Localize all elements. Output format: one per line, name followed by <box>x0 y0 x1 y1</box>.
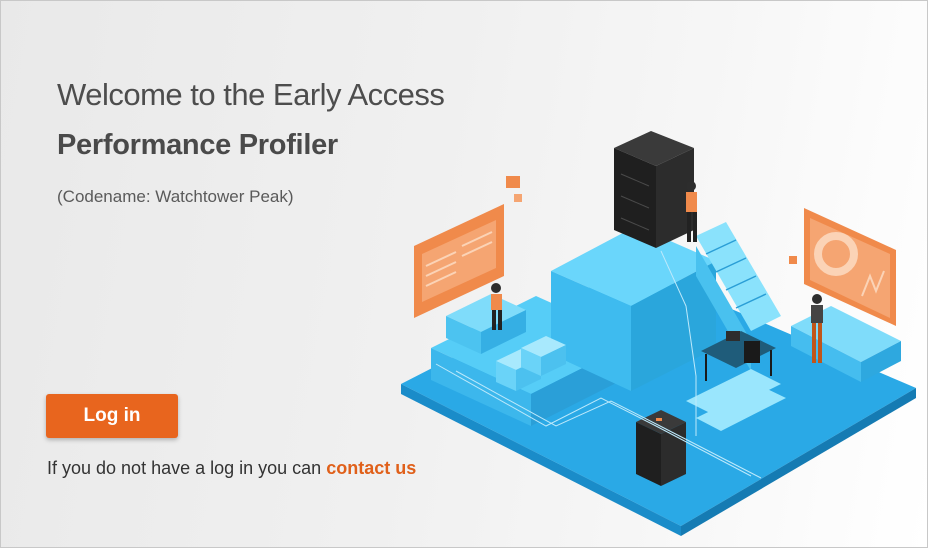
contact-prefix-text: If you do not have a log in you can <box>47 458 322 478</box>
product-title: Performance Profiler <box>57 129 338 161</box>
welcome-heading: Welcome to the Early Access <box>57 77 445 112</box>
welcome-page: Welcome to the Early Access Performance … <box>0 0 928 548</box>
contact-line: If you do not have a log in you can cont… <box>47 458 416 479</box>
login-button[interactable]: Log in <box>46 394 178 438</box>
datacenter-illustration <box>401 131 916 536</box>
codename-label: (Codename: Watchtower Peak) <box>57 187 294 206</box>
